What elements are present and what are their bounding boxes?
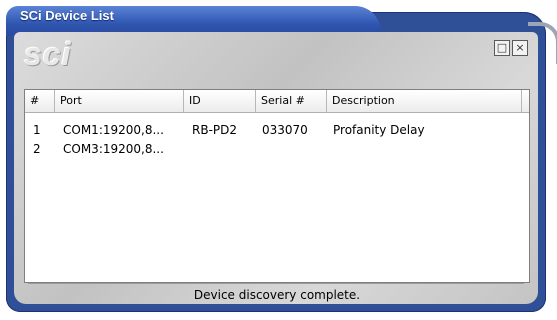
row-description: Profanity Delay	[333, 123, 425, 137]
column-header-number[interactable]: #	[25, 90, 55, 112]
column-header-serial[interactable]: Serial #	[256, 90, 327, 112]
row-id: RB-PD2	[192, 123, 238, 137]
device-list-window: SCi Device List sci □ × # Port ID Serial…	[6, 6, 557, 312]
row-port: COM1:19200,8...	[63, 123, 164, 137]
list-item[interactable]: 1 COM1:19200,8... RB-PD2 033070 Profanit…	[25, 121, 529, 140]
sci-logo: sci	[24, 36, 72, 72]
row-number: 1	[33, 123, 41, 137]
row-serial: 033070	[262, 123, 308, 137]
list-header: # Port ID Serial # Description	[25, 90, 529, 113]
column-header-description[interactable]: Description	[327, 90, 522, 112]
list-rows: 1 COM1:19200,8... RB-PD2 033070 Profanit…	[25, 121, 529, 159]
close-button[interactable]: ×	[512, 40, 528, 56]
column-header-id[interactable]: ID	[184, 90, 256, 112]
restore-button[interactable]: □	[494, 40, 510, 56]
row-number: 2	[33, 142, 41, 156]
device-list-view[interactable]: # Port ID Serial # Description 1 COM1:19…	[24, 89, 530, 283]
window-title: SCi Device List	[20, 8, 114, 23]
window-body: sci □ × # Port ID Serial # Description 1…	[14, 32, 538, 304]
row-port: COM3:19200,8...	[63, 142, 164, 156]
column-header-port[interactable]: Port	[55, 90, 184, 112]
status-text: Device discovery complete.	[193, 288, 361, 302]
list-item[interactable]: 2 COM3:19200,8...	[25, 140, 529, 159]
status-divider	[28, 283, 524, 284]
